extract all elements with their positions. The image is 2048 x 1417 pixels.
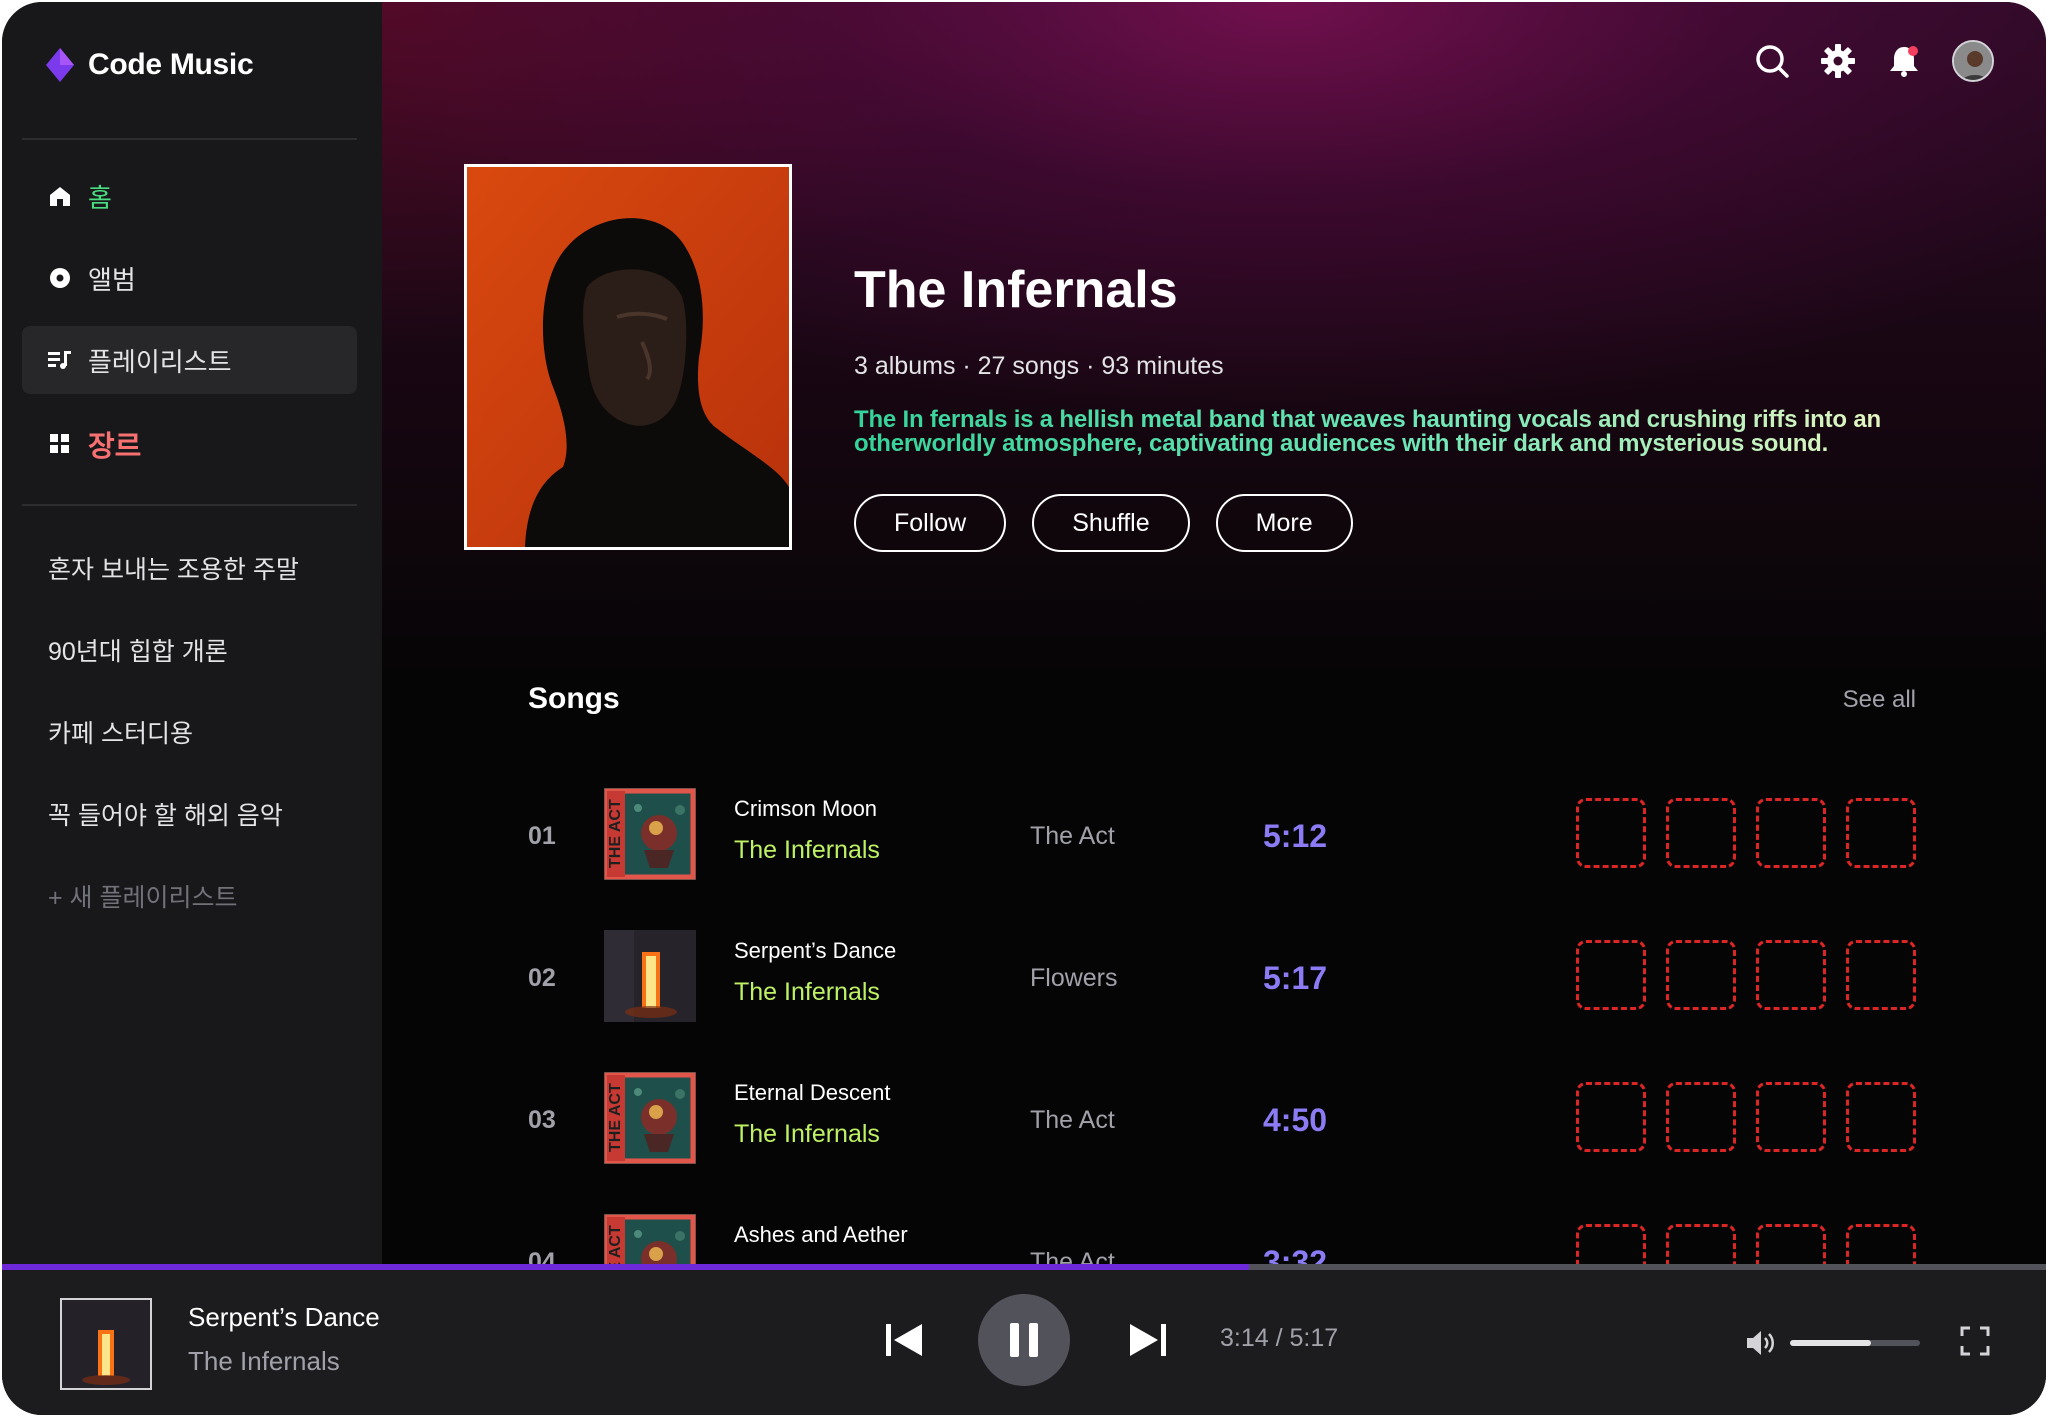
sidebar-item-label: 장르 (88, 431, 142, 463)
song-number: 01 (528, 822, 556, 850)
playback-time: 3:14 / 5:17 (1220, 1324, 1339, 1352)
new-playlist-button[interactable]: + 새 플레이리스트 (48, 878, 238, 914)
search-icon[interactable] (1754, 43, 1790, 79)
song-duration: 5:17 (1263, 960, 1328, 996)
main-content: The Infernals 3 albums · 27 songs · 93 m… (382, 2, 2046, 1306)
artist-name: The Infernals (854, 261, 1178, 319)
song-row[interactable]: 02 Serpent’s Dance The Infernals Flowers 5:1… (528, 930, 1928, 1030)
song-title[interactable]: Serpent’s Dance (734, 938, 896, 964)
sidebar-item-genre[interactable]: 장르 (22, 410, 357, 478)
song-album[interactable]: The Act (1030, 1106, 1115, 1135)
songs-section-title: Songs (528, 682, 620, 715)
app-logo[interactable]: Code Music (46, 48, 254, 82)
action-slot[interactable] (1756, 1082, 1826, 1152)
sidebar-item-home[interactable]: 홈 (22, 162, 357, 230)
sidebar-item-album[interactable]: 앨범 (22, 244, 357, 312)
now-playing-cover (60, 1298, 152, 1390)
artist-stats: 3 albums · 27 songs · 93 minutes (854, 352, 1224, 380)
action-slot[interactable] (1576, 1082, 1646, 1152)
song-action-slots (1576, 940, 1916, 1010)
action-slot[interactable] (1666, 940, 1736, 1010)
logo-icon (46, 48, 74, 82)
song-album[interactable]: Flowers (1030, 964, 1118, 993)
sidebar-item-label: 홈 (88, 182, 112, 213)
more-button[interactable]: More (1215, 494, 1353, 552)
action-slot[interactable] (1756, 798, 1826, 868)
shuffle-button[interactable]: Shuffle (1032, 494, 1190, 552)
song-cover: THE ACT (604, 1072, 696, 1164)
song-row[interactable]: 01 THE ACT Crimson Moon The Infernals The Ac… (528, 788, 1928, 888)
song-album[interactable]: The Act (1030, 822, 1115, 851)
song-duration: 5:12 (1263, 818, 1328, 854)
action-slot[interactable] (1666, 798, 1736, 868)
song-artist[interactable]: The Infernals (734, 978, 880, 1007)
playlist-icon (48, 348, 72, 372)
song-row[interactable]: 03 THE ACT Eternal Descent The Infernals The… (528, 1072, 1928, 1172)
action-slot[interactable] (1846, 798, 1916, 868)
volume-slider[interactable] (1790, 1340, 1920, 1346)
sidebar-item-playlist[interactable]: 플레이리스트 (22, 326, 357, 394)
action-slot[interactable] (1576, 940, 1646, 1010)
song-cover (604, 930, 696, 1022)
skip-previous-icon[interactable] (882, 1318, 926, 1362)
now-playing-artist[interactable]: The Infernals (188, 1346, 340, 1377)
song-artist[interactable]: The Infernals (734, 1120, 880, 1149)
volume-slider-fill (1790, 1340, 1871, 1346)
sidebar-divider (22, 504, 357, 506)
app-title: Code Music (88, 48, 254, 81)
song-cover: THE ACT (604, 788, 696, 880)
playlist-item[interactable]: 꼭 들어야 할 해외 음악 (48, 796, 283, 832)
playlist-item[interactable]: 90년대 힙합 개론 (48, 632, 228, 668)
song-number: 03 (528, 1106, 556, 1134)
bell-icon[interactable] (1886, 43, 1922, 79)
song-duration: 4:50 (1263, 1102, 1328, 1138)
home-icon (48, 184, 72, 208)
song-title[interactable]: Ashes and Aether (734, 1222, 908, 1248)
action-slot[interactable] (1756, 940, 1826, 1010)
sidebar-item-label: 플레이리스트 (88, 346, 232, 377)
pause-icon (1010, 1323, 1038, 1357)
skip-next-icon[interactable] (1126, 1318, 1170, 1362)
playlist-item[interactable]: 혼자 보내는 조용한 주말 (48, 550, 299, 586)
artist-actions: Follow Shuffle More (854, 494, 1353, 552)
playlist-item[interactable]: 카페 스터디용 (48, 714, 193, 750)
see-all-link[interactable]: See all (1843, 686, 1916, 714)
now-playing-title: Serpent’s Dance (188, 1302, 380, 1332)
top-toolbar (1754, 40, 1994, 82)
song-title[interactable]: Crimson Moon (734, 796, 877, 822)
volume-icon[interactable] (1744, 1326, 1778, 1360)
artist-cover-image (464, 164, 792, 550)
pause-button[interactable] (978, 1294, 1070, 1386)
song-action-slots (1576, 798, 1916, 868)
svg-text:THE ACT: THE ACT (607, 1083, 624, 1152)
app-window: Code Music 홈 앨범 플레이리스트 장르 혼자 보내는 조용한 주말 … (2, 2, 2046, 1415)
song-title[interactable]: Eternal Descent (734, 1080, 891, 1106)
action-slot[interactable] (1666, 1082, 1736, 1152)
avatar[interactable] (1952, 40, 1994, 82)
gear-icon[interactable] (1820, 43, 1856, 79)
action-slot[interactable] (1846, 940, 1916, 1010)
fullscreen-icon[interactable] (1958, 1324, 1992, 1358)
follow-button[interactable]: Follow (854, 494, 1007, 552)
player-bar: Serpent’s Dance The Infernals 3:14 / 5:1… (2, 1270, 2046, 1415)
action-slot[interactable] (1846, 1082, 1916, 1152)
sidebar-item-label: 앨범 (88, 264, 136, 295)
grid-icon (48, 432, 72, 456)
disc-icon (48, 266, 72, 290)
sidebar: Code Music 홈 앨범 플레이리스트 장르 혼자 보내는 조용한 주말 … (2, 2, 382, 1264)
artist-description: The In fernals is a hellish metal band t… (854, 408, 1984, 456)
song-number: 02 (528, 964, 556, 992)
song-action-slots (1576, 1082, 1916, 1152)
svg-text:THE ACT: THE ACT (607, 799, 624, 868)
song-artist[interactable]: The Infernals (734, 836, 880, 865)
sidebar-divider (22, 138, 357, 140)
action-slot[interactable] (1576, 798, 1646, 868)
